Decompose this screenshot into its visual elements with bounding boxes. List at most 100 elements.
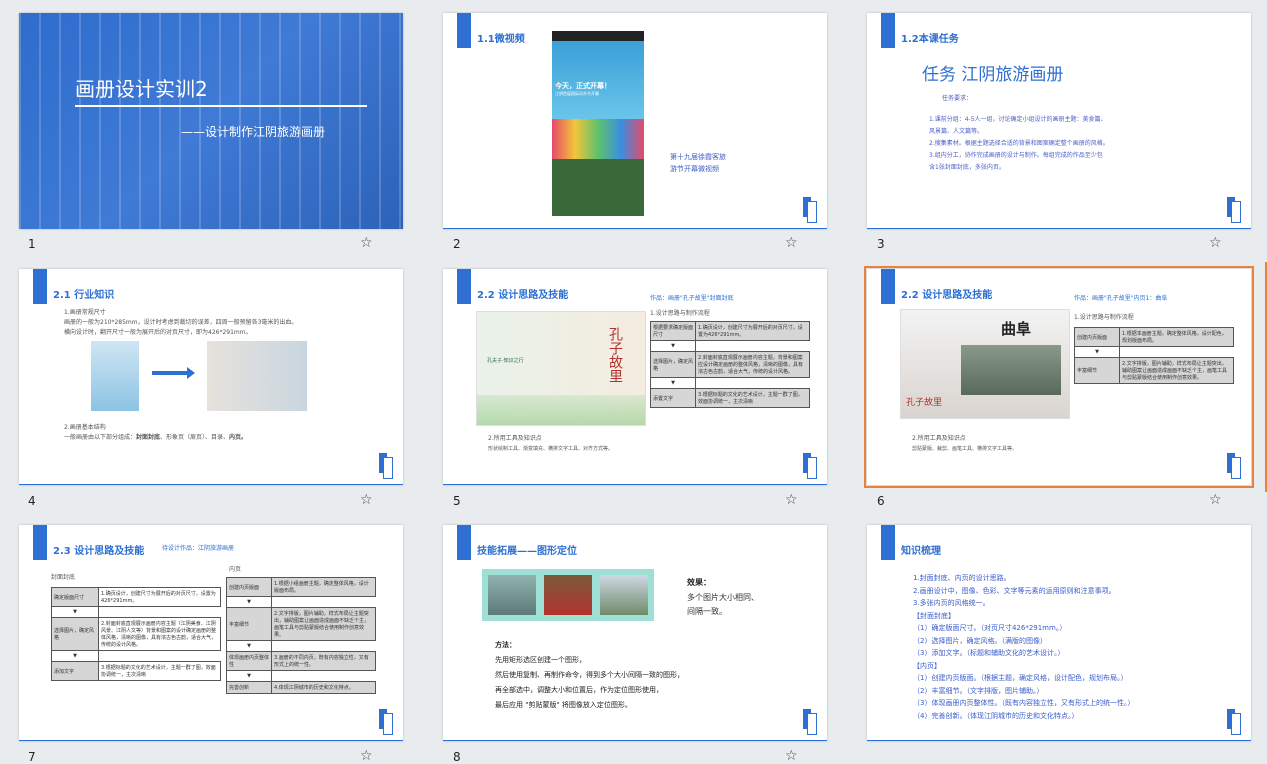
bottom-line <box>19 484 403 485</box>
task-heading: 任务 江阴旅游画册 <box>922 65 1064 85</box>
slide-number-4: 4 <box>28 494 36 508</box>
slide-number-2: 2 <box>453 237 461 251</box>
req-line: 1.课前分组：4-5人一组，讨论确定小组设计的画册主题：美食篇、 <box>929 116 1107 123</box>
work-label: 待设计作品：江阴旅游画册 <box>162 545 235 552</box>
slide-thumbnail-2[interactable]: 1.1微视频 今天，正式开幕！ 江阴首届国际风车节开幕 第十九届徐霞客旅 游节开… <box>443 13 827 229</box>
flow-title: 1.设计思路与制作流程 <box>1074 314 1134 321</box>
summary-line: （1）创建内页版面。（根据主题，确定风格，设计配色，规划布局。） <box>913 674 1128 682</box>
corner-decoration-icon <box>379 453 393 479</box>
star-icon[interactable]: ☆ <box>785 492 798 508</box>
corner-decoration-icon <box>803 709 817 735</box>
book-subtitle: 孔夫子·知识之行 <box>487 358 524 364</box>
corner-decoration-icon <box>1227 197 1241 223</box>
right-label: 内页 <box>229 566 242 573</box>
star-icon[interactable]: ☆ <box>785 235 798 251</box>
text-line: 画册的一般为210*285mm，设计时考虑到裁切的误差，四周一般预留各3毫米的出… <box>64 319 298 326</box>
method-line: 然后使用复制、再制作命令，得到多个大小间隔一致的图形， <box>495 671 684 679</box>
summary-line: （1）确定版面尺寸。（对页尺寸426*291mm。） <box>913 624 1067 632</box>
temple-image <box>961 345 1061 395</box>
star-icon[interactable]: ☆ <box>1209 492 1222 508</box>
text-line: 2.画册基本结构 <box>64 424 106 431</box>
slide-number-7: 7 <box>28 750 36 764</box>
star-icon[interactable]: ☆ <box>360 748 373 764</box>
qufu-sign: 孔子故里 <box>906 398 943 408</box>
summary-line: 2.画册设计中，图像、色彩、文字等元素的运用原则和注意事项。 <box>913 586 1116 595</box>
slide-title: 技能拓展——图形定位 <box>477 546 577 557</box>
effect-label: 效果： <box>687 578 711 587</box>
slide-title: 2.2 设计思路及技能 <box>901 290 993 301</box>
title-accent-bar <box>457 525 471 560</box>
slide-thumbnail-9[interactable]: 知识梳理 1.封面封底、内页的设计思路。 2.画册设计中，图像、色彩、文字等元素… <box>867 525 1251 741</box>
corner-decoration-icon <box>803 453 817 479</box>
right-flow-table: 创建内页版面 1.根据小组画册主题，确定整体风格，设计版面布局。 ▼ 丰富细节 2.… <box>226 577 376 694</box>
slide-thumbnail-4[interactable]: 2.1 行业知识 1.画册常规尺寸 画册的一般为210*285mm，设计时考虑到… <box>19 269 403 485</box>
method-line: 再全部选中，调整大小和位置后，作为定位图形使用， <box>495 686 663 694</box>
title-underline <box>75 105 367 107</box>
slide-thumbnail-3[interactable]: 1.2本课任务 任务 江阴旅游画册 任务要求： 1.课前分组：4-5人一组，讨论… <box>867 13 1251 229</box>
left-flow-table: 确定版面尺寸 1.确页设计，创建尺寸为展开后的对页尺寸，设置为426*291mm。… <box>51 587 221 681</box>
brochure-spread-image <box>207 341 307 411</box>
flow-table: 创建内页版面 1.根据本画册主题，确定整体风格，设计配色，规划版面布局。 ▼ 丰富… <box>1074 327 1234 384</box>
method-line: 先用矩形选区创建一个图形， <box>495 656 586 664</box>
tools-text: 形状绘制工具、渐变填充、横排文字工具、对齐方式等。 <box>488 446 614 452</box>
corner-decoration-icon <box>379 709 393 735</box>
summary-line: 1.封面封底、内页的设计思路。 <box>913 574 1011 582</box>
summary-line: 【封面封底】 <box>913 611 955 620</box>
slide-title: 1.2本课任务 <box>901 34 959 45</box>
video-caption-1: 第十九届徐霞客旅 <box>670 153 726 161</box>
effect-line-2: 间隔一致。 <box>687 607 727 616</box>
title-accent-bar <box>33 525 47 560</box>
qufu-photo: 曲阜 孔子故里 <box>900 309 1070 419</box>
tools-title: 2.所用工具及知识点 <box>488 435 542 442</box>
work-label: 作品：画册"孔子故里"封面封底 <box>650 295 734 302</box>
video-banner: 今天，正式开幕！ <box>555 82 611 90</box>
image-strip <box>482 569 654 621</box>
text-line: 一般画册由以下部分组成：封面封底、形象页（扉页）、目录、内页。 <box>64 434 248 441</box>
text-line: 横向设计时，翻开尺寸一般为展开后的对页尺寸，即为426*291mm。 <box>64 329 252 336</box>
summary-line: （3）体现画册内页整体性。（既有内容独立性，又有形式上的统一性。） <box>913 699 1135 707</box>
title-accent-bar <box>881 13 895 48</box>
bottom-line <box>443 228 827 229</box>
effect-line-1: 多个图片大小相同、 <box>687 593 759 602</box>
photo-1 <box>488 575 536 615</box>
arrow-right-icon <box>152 371 188 375</box>
star-icon[interactable]: ☆ <box>785 748 798 764</box>
req-line: 风景篇、人文篇等。 <box>929 128 984 135</box>
title-accent-bar <box>881 269 895 304</box>
slide-thumbnail-5[interactable]: 2.2 设计思路及技能 作品：画册"孔子故里"封面封底 孔子故里 孔夫子·知识之… <box>443 269 827 485</box>
task-req-label: 任务要求： <box>942 95 973 102</box>
phone-video-frame[interactable]: 今天，正式开幕！ 江阴首届国际风车节开幕 <box>552 31 644 216</box>
star-icon[interactable]: ☆ <box>360 235 373 251</box>
star-icon[interactable]: ☆ <box>1209 235 1222 251</box>
slide-thumbnail-1[interactable]: 画册设计实训2 ——设计制作江阴旅游画册 <box>19 13 403 229</box>
summary-line: 3.多张内页的风格统一。 <box>913 599 990 607</box>
arrow-head-icon <box>187 367 195 379</box>
slide-number-8: 8 <box>453 750 461 764</box>
title-accent-bar <box>457 269 471 304</box>
video-bottom <box>552 159 644 216</box>
slide-thumbnail-8[interactable]: 技能拓展——图形定位 效果： 多个图片大小相同、 间隔一致。 方法： 先用矩形选… <box>443 525 827 741</box>
method-label: 方法： <box>495 641 516 649</box>
req-line: 3.组内分工，协作完成画册的设计与制作。每组完成的作品至少包 <box>929 152 1103 159</box>
slide-number-5: 5 <box>453 494 461 508</box>
corner-decoration-icon <box>1227 453 1241 479</box>
video-windmills <box>552 119 644 159</box>
summary-line: （3）添加文字。（标题和辅助文化的艺术设计。） <box>913 649 1065 657</box>
photo-3 <box>600 575 648 615</box>
slide-title: 2.3 设计思路及技能 <box>53 546 145 557</box>
slide-thumbnail-6[interactable]: 2.2 设计思路及技能 作品：画册"孔子故里"内页1：曲阜 曲阜 孔子故里 1.… <box>864 266 1254 488</box>
flow-title: 1.设计思路与制作流程 <box>650 310 710 317</box>
title-accent-bar <box>457 13 471 48</box>
bottom-line <box>443 740 827 741</box>
summary-line: （2）丰富细节。（文字排版，图片辅助。） <box>913 686 1044 695</box>
slide-title: 2.2 设计思路及技能 <box>477 290 569 301</box>
book-title: 孔子故里 <box>607 327 623 383</box>
bottom-line <box>19 740 403 741</box>
title-accent-bar <box>33 269 47 304</box>
slide-thumbnail-7[interactable]: 2.3 设计思路及技能 待设计作品：江阴旅游画册 封面封底 内页 确定版面尺寸 1… <box>19 525 403 741</box>
bottom-line <box>443 484 827 485</box>
photo-2 <box>544 575 592 615</box>
star-icon[interactable]: ☆ <box>360 492 373 508</box>
slide-title: 画册设计实训2 <box>75 77 208 101</box>
summary-line: （2）选择图片，确定风格。（满版的图像） <box>913 636 1047 645</box>
